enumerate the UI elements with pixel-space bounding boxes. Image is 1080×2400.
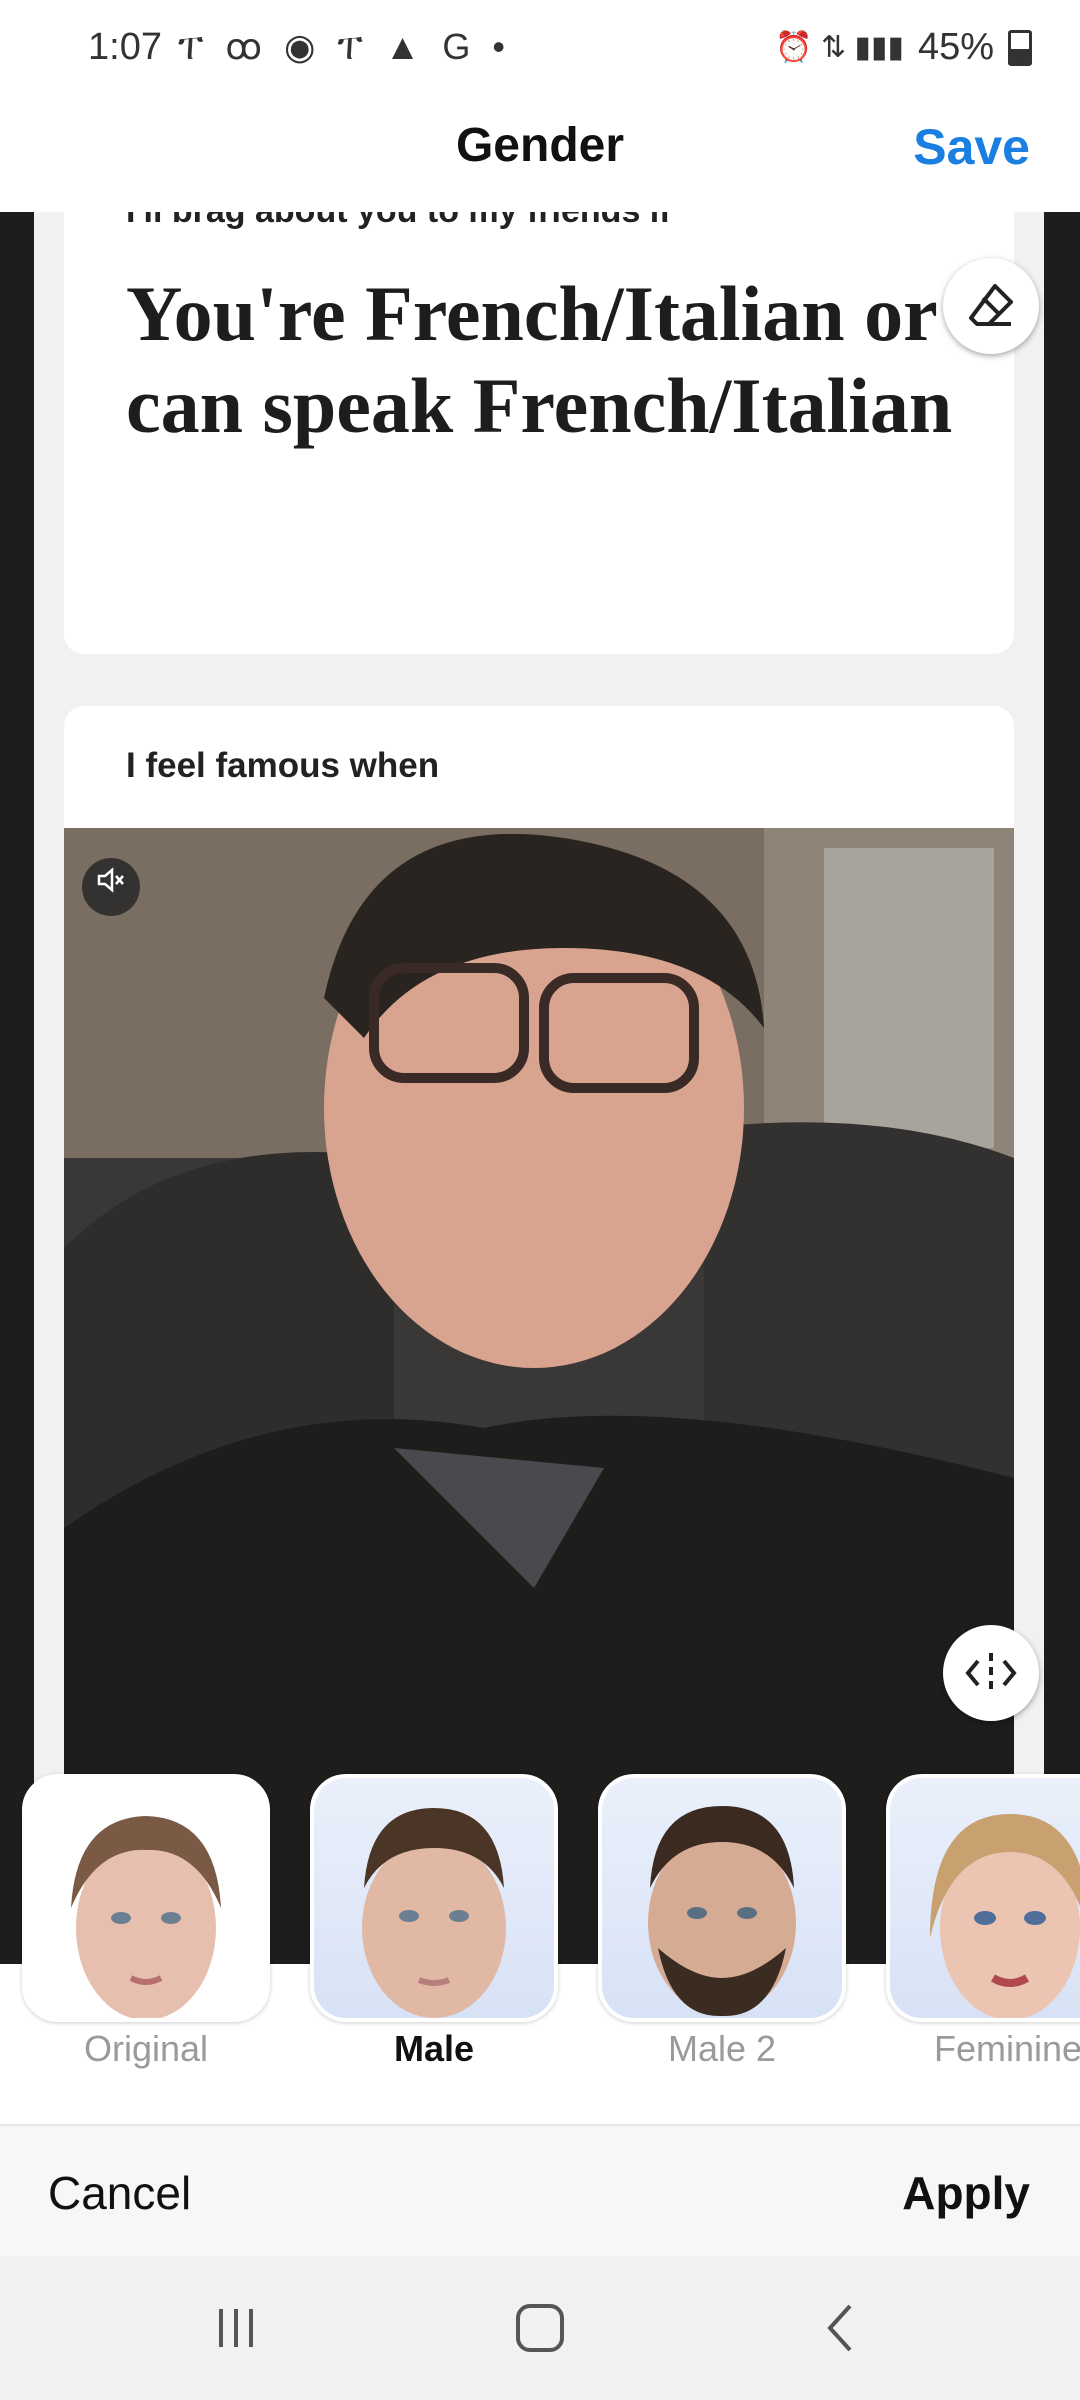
cancel-button[interactable]: Cancel — [48, 2166, 191, 2220]
status-right: ⏰ ⇅ ▮▮▮ 45% — [775, 26, 1032, 69]
system-status-icons: ⏰ ⇅ ▮▮▮ — [775, 31, 904, 64]
home-icon — [516, 2304, 564, 2352]
filter-label-feminine: Feminine — [934, 2028, 1080, 2069]
filter-label-original: Original — [83, 2028, 209, 2069]
filter-thumb-male[interactable] — [310, 1774, 558, 2022]
filter-thumbnails — [0, 1774, 1080, 2024]
filter-label-male-2: Male 2 — [667, 2028, 777, 2069]
face-thumbnail — [648, 1806, 796, 2017]
back-icon — [827, 2304, 852, 2352]
prompt-question: I'll brag about you to my friends if — [126, 212, 671, 231]
face-thumbnail — [930, 1814, 1080, 2018]
status-time: 1:07 — [88, 26, 162, 68]
status-bar: 1:07 ፐ ꝏ ◉ ፐ ▲ G • ⏰ ⇅ ▮▮▮ 45% — [0, 0, 1080, 100]
back-button[interactable] — [800, 2296, 880, 2360]
battery-percent: 45% — [917, 26, 994, 68]
filter-thumb-feminine[interactable] — [886, 1774, 1080, 2022]
speaker-muted-icon — [97, 867, 124, 893]
navigation-bar — [0, 2256, 1080, 2400]
prompt-answer: You're French/Italian or can speak Frenc… — [126, 270, 953, 449]
photo-prompt: I feel famous when — [126, 746, 440, 785]
battery-icon — [1008, 29, 1032, 66]
compare-slider-icon — [965, 1653, 1017, 1693]
recents-button[interactable] — [196, 2296, 276, 2360]
photo-preview: I'll brag about you to my friends if You… — [0, 212, 1080, 1964]
notification-icons: ፐ ꝏ ◉ ፐ ▲ G • — [178, 26, 512, 67]
save-button[interactable]: Save — [913, 118, 1030, 176]
eraser-button[interactable] — [943, 258, 1039, 354]
filter-thumb-male-2[interactable] — [598, 1774, 846, 2022]
apply-button[interactable]: Apply — [902, 2166, 1030, 2220]
prompt-card: I'll brag about you to my friends if You… — [64, 212, 1014, 654]
profile-screenshot: I'll brag about you to my friends if You… — [34, 212, 1044, 1964]
face-thumbnail — [362, 1808, 506, 2018]
mute-button[interactable] — [82, 858, 140, 916]
home-button[interactable] — [500, 2296, 580, 2360]
action-bar: Cancel Apply — [0, 2124, 1080, 2258]
face-thumbnail — [71, 1816, 221, 2018]
compare-button[interactable] — [943, 1625, 1039, 1721]
eraser-icon — [969, 284, 1013, 326]
filter-label-male: Male — [393, 2028, 475, 2069]
recents-icon — [219, 2309, 253, 2347]
header: Gender Save — [0, 100, 1080, 212]
filter-thumb-original[interactable] — [22, 1774, 270, 2022]
